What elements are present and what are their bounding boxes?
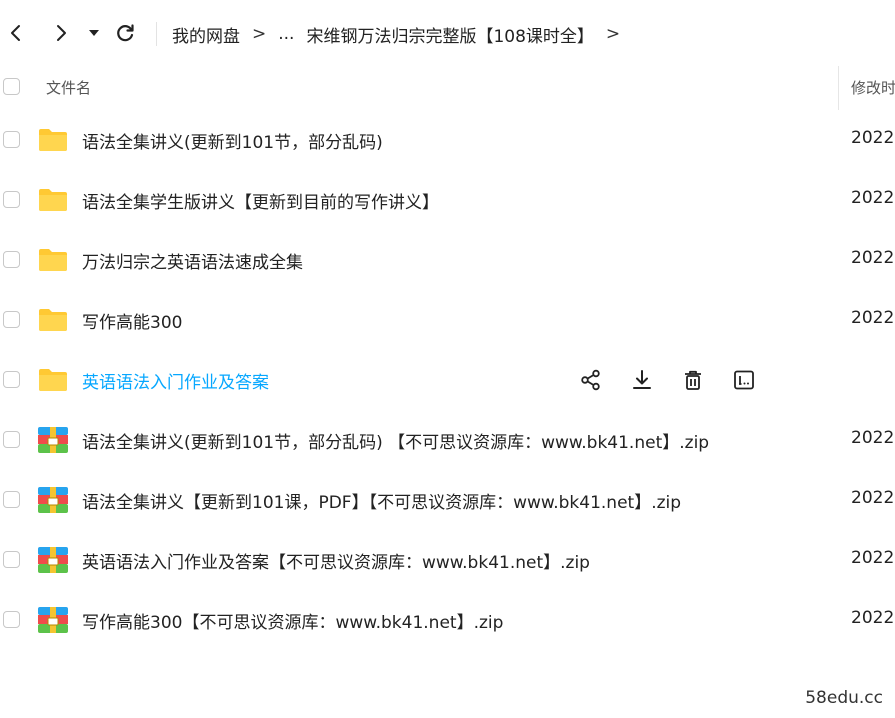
forward-button[interactable] (47, 19, 75, 47)
file-row[interactable]: 写作高能300【不可思议资源库：www.bk41.net】.zip 2022 (0, 590, 895, 650)
download-button[interactable] (628, 366, 656, 394)
history-dropdown-button[interactable] (81, 19, 107, 47)
share-button[interactable] (577, 366, 605, 394)
column-header-modified[interactable]: 修改时 (851, 77, 895, 98)
breadcrumb-separator: > (252, 24, 267, 44)
row-checkbox[interactable] (3, 131, 20, 148)
file-modified-date: 2022 (851, 608, 895, 628)
file-name[interactable]: 语法全集讲义(更新到101节，部分乱码) (82, 128, 383, 153)
file-row[interactable]: 语法全集讲义【更新到101课，PDF】【不可思议资源库：www.bk41.net… (0, 470, 895, 530)
folder-icon (37, 364, 69, 396)
file-row[interactable]: 语法全集讲义(更新到101节，部分乱码) 【不可思议资源库：www.bk41.n… (0, 410, 895, 470)
file-list-header: 文件名 修改时 (0, 66, 895, 110)
caret-down-icon (89, 30, 99, 36)
file-row[interactable]: 写作高能300 2022 (0, 290, 895, 350)
file-modified-date: 2022 (851, 308, 895, 328)
row-checkbox[interactable] (3, 251, 20, 268)
column-divider[interactable] (838, 66, 839, 110)
more-icon (734, 370, 754, 390)
share-icon (581, 369, 600, 391)
file-name[interactable]: 语法全集学生版讲义【更新到目前的写作讲义】 (82, 188, 439, 213)
breadcrumb-item-root[interactable]: 我的网盘 (172, 22, 240, 47)
chevron-left-icon (11, 25, 20, 41)
file-row[interactable]: 语法全集讲义(更新到101节，部分乱码) 2022 (0, 110, 895, 170)
download-icon (633, 370, 651, 389)
row-hover-actions (577, 366, 781, 394)
zip-archive-icon (37, 604, 69, 636)
zip-archive-icon (37, 424, 69, 456)
refresh-icon (117, 24, 134, 42)
file-modified-date: 2022 (851, 428, 895, 448)
watermark: 58edu.cc (805, 688, 883, 708)
breadcrumb-item-ellipsis[interactable]: ... (278, 24, 294, 44)
select-all-checkbox[interactable] (3, 78, 20, 95)
file-row[interactable]: 万法归宗之英语语法速成全集 2022 (0, 230, 895, 290)
back-button[interactable] (2, 19, 30, 47)
folder-icon (37, 304, 69, 336)
delete-icon (685, 370, 701, 390)
row-checkbox[interactable] (3, 431, 20, 448)
file-modified-date: 2022 (851, 128, 895, 148)
row-checkbox[interactable] (3, 611, 20, 628)
refresh-button[interactable] (111, 19, 139, 47)
zip-archive-icon (37, 484, 69, 516)
file-name[interactable]: 万法归宗之英语语法速成全集 (82, 248, 303, 273)
zip-archive-icon (37, 544, 69, 576)
column-header-name[interactable]: 文件名 (46, 77, 91, 98)
row-checkbox[interactable] (3, 191, 20, 208)
row-checkbox[interactable] (3, 551, 20, 568)
folder-icon (37, 124, 69, 156)
file-name[interactable]: 英语语法入门作业及答案 (82, 368, 269, 393)
file-name[interactable]: 语法全集讲义【更新到101课，PDF】【不可思议资源库：www.bk41.net… (82, 488, 681, 513)
breadcrumb: 我的网盘 > ... 宋维钢万法归宗完整版【108课时全】 > (172, 20, 632, 48)
file-modified-date: 2022 (851, 548, 895, 568)
file-name[interactable]: 英语语法入门作业及答案【不可思议资源库：www.bk41.net】.zip (82, 548, 590, 573)
file-row[interactable]: 英语语法入门作业及答案 (0, 350, 895, 410)
delete-button[interactable] (679, 366, 707, 394)
file-name[interactable]: 写作高能300【不可思议资源库：www.bk41.net】.zip (82, 608, 503, 633)
file-modified-date: 2022 (851, 188, 895, 208)
top-navigation-bar: 我的网盘 > ... 宋维钢万法归宗完整版【108课时全】 > (0, 0, 895, 66)
row-checkbox[interactable] (3, 371, 20, 388)
breadcrumb-separator: > (605, 24, 621, 44)
file-row[interactable]: 英语语法入门作业及答案【不可思议资源库：www.bk41.net】.zip 202… (0, 530, 895, 590)
breadcrumb-item-current[interactable]: 宋维钢万法归宗完整版【108课时全】 (306, 22, 593, 47)
file-name[interactable]: 语法全集讲义(更新到101节，部分乱码) 【不可思议资源库：www.bk41.n… (82, 428, 709, 453)
row-checkbox[interactable] (3, 311, 20, 328)
file-modified-date: 2022 (851, 488, 895, 508)
chevron-right-icon (57, 25, 66, 41)
file-modified-date: 2022 (851, 248, 895, 268)
more-button[interactable] (730, 366, 758, 394)
folder-icon (37, 244, 69, 276)
folder-icon (37, 184, 69, 216)
row-checkbox[interactable] (3, 491, 20, 508)
file-name[interactable]: 写作高能300 (82, 308, 182, 333)
toolbar-divider (156, 22, 157, 46)
file-row[interactable]: 语法全集学生版讲义【更新到目前的写作讲义】 2022 (0, 170, 895, 230)
